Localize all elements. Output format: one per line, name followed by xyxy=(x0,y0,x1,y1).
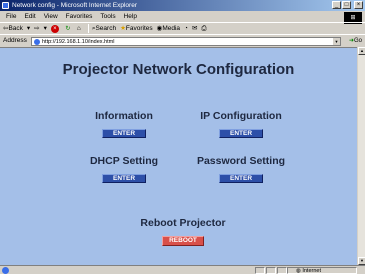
password-setting-label: Password Setting xyxy=(196,155,286,167)
page-icon xyxy=(34,39,40,45)
maximize-button[interactable]: □ xyxy=(342,1,351,9)
refresh-icon: ↻ xyxy=(65,25,71,32)
vertical-scrollbar[interactable]: ▲ ▼ xyxy=(357,47,365,265)
status-page-icon xyxy=(2,267,9,274)
print-icon: ⎙ xyxy=(201,24,207,32)
back-dropdown-icon[interactable]: ▾ xyxy=(27,23,30,35)
menu-tools[interactable]: Tools xyxy=(96,11,119,22)
window-titlebar: Network config - Microsoft Internet Expl… xyxy=(0,0,365,11)
status-pane xyxy=(255,267,265,274)
menu-view[interactable]: View xyxy=(40,11,62,22)
address-dropdown-icon[interactable]: ▼ xyxy=(333,38,340,45)
menu-help[interactable]: Help xyxy=(120,11,141,22)
toolbar: ⇦ Back ▾ ⇨ ▾ × ↻ ⌂ ⌕ Search ★ Favorites … xyxy=(0,22,365,34)
menu-favorites[interactable]: Favorites xyxy=(62,11,97,22)
media-button[interactable]: ◉ Media xyxy=(157,23,180,35)
address-input[interactable]: http://192.168.1.10/index.html ▼ xyxy=(31,37,341,46)
dhcp-setting-enter-button[interactable]: ENTER xyxy=(102,174,146,183)
security-zone: ◍ Internet xyxy=(287,267,357,274)
minimize-button[interactable]: _ xyxy=(332,1,341,9)
menu-file[interactable]: File xyxy=(2,11,20,22)
password-setting-section: Password Setting ENTER xyxy=(186,155,296,185)
history-button[interactable]: ◔ xyxy=(184,23,188,35)
status-bar: ◍ Internet xyxy=(0,265,365,274)
page-content: Projector Network Configuration Informat… xyxy=(0,47,357,265)
go-button[interactable]: ➜Go xyxy=(349,35,362,47)
menu-edit[interactable]: Edit xyxy=(20,11,39,22)
ip-configuration-label: IP Configuration xyxy=(200,110,282,122)
status-pane xyxy=(266,267,276,274)
stop-icon: × xyxy=(50,24,59,33)
forward-dropdown-icon[interactable]: ▾ xyxy=(44,23,47,35)
zone-label: Internet xyxy=(302,268,321,274)
window-title: Network config - Microsoft Internet Expl… xyxy=(12,2,137,9)
home-icon: ⌂ xyxy=(76,24,81,32)
history-icon: ◔ xyxy=(184,24,188,32)
scroll-up-icon[interactable]: ▲ xyxy=(358,47,365,55)
ip-configuration-enter-button[interactable]: ENTER xyxy=(219,129,263,138)
status-panes xyxy=(255,267,287,274)
refresh-button[interactable]: ↻ xyxy=(64,25,73,33)
search-label: Search xyxy=(95,24,117,32)
menu-bar: File Edit View Favorites Tools Help xyxy=(0,11,365,22)
page-title: Projector Network Configuration xyxy=(62,61,295,78)
reboot-button[interactable]: REBOOT xyxy=(162,236,204,246)
favorites-button[interactable]: ★ Favorites xyxy=(120,23,153,35)
window-controls: _ □ × xyxy=(332,1,363,9)
reboot-section: Reboot Projector REBOOT xyxy=(128,217,238,247)
search-button[interactable]: ⌕ Search xyxy=(92,23,116,35)
globe-icon: ◍ xyxy=(296,268,301,274)
back-label: Back xyxy=(8,24,23,32)
close-button[interactable]: × xyxy=(354,1,363,9)
status-pane xyxy=(277,267,287,274)
scroll-down-icon[interactable]: ▼ xyxy=(358,257,365,265)
ie-app-icon xyxy=(2,2,9,9)
address-bar: Address http://192.168.1.10/index.html ▼… xyxy=(0,34,365,46)
address-label: Address xyxy=(3,36,27,44)
go-label: Go xyxy=(353,38,362,44)
information-enter-button[interactable]: ENTER xyxy=(102,129,146,138)
reboot-label: Reboot Projector xyxy=(140,217,226,229)
favorites-label: Favorites xyxy=(125,24,153,32)
dhcp-setting-label: DHCP Setting xyxy=(89,155,159,167)
address-url: http://192.168.1.10/index.html xyxy=(42,39,115,45)
ip-configuration-section: IP Configuration ENTER xyxy=(186,110,296,140)
home-button[interactable]: ⌂ xyxy=(77,23,81,35)
mail-button[interactable]: ✉ xyxy=(192,23,197,35)
password-setting-enter-button[interactable]: ENTER xyxy=(219,174,263,183)
information-label: Information xyxy=(95,110,153,122)
print-button[interactable]: ⎙ xyxy=(201,23,206,35)
toolbar-separator xyxy=(87,24,89,33)
dhcp-setting-section: DHCP Setting ENTER xyxy=(69,155,179,185)
media-label: Media xyxy=(162,24,181,32)
mail-icon: ✉ xyxy=(191,24,198,32)
stop-button[interactable]: × xyxy=(50,24,60,33)
information-section: Information ENTER xyxy=(69,110,179,140)
forward-button[interactable]: ⇨ xyxy=(34,23,39,35)
back-button[interactable]: ⇦ Back xyxy=(3,23,23,35)
